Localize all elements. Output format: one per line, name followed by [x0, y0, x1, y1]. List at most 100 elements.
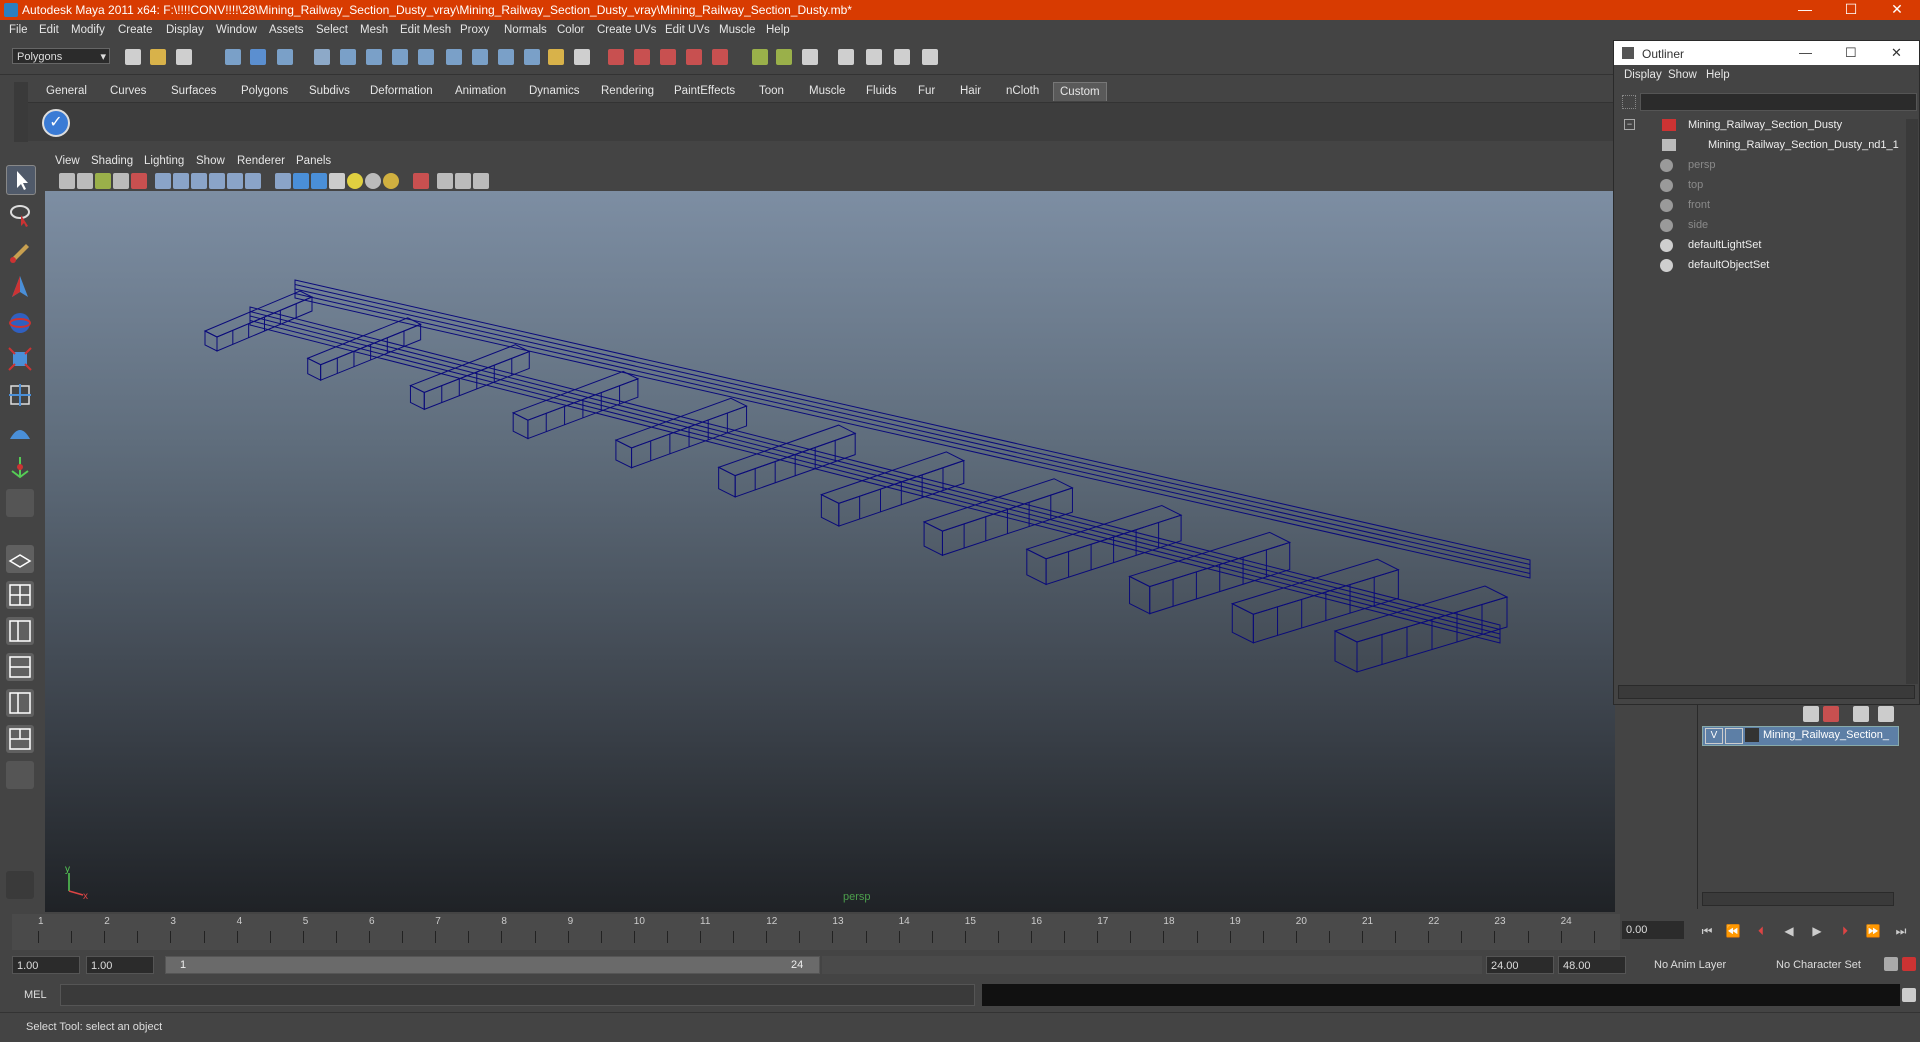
textured-icon[interactable]: [329, 173, 345, 189]
render-view-icon[interactable]: [838, 49, 854, 65]
layer-playback-toggle[interactable]: [1725, 728, 1743, 744]
shelf-tab-fluids[interactable]: Fluids: [860, 82, 903, 100]
outliner-item[interactable]: front: [1614, 195, 1904, 215]
layout-options-icon[interactable]: [6, 761, 34, 789]
xray-joints-icon[interactable]: [455, 173, 471, 189]
shelf-tab-general[interactable]: General: [40, 82, 93, 100]
new-layer-selected-icon[interactable]: [1823, 706, 1839, 722]
outliner-maximize-button[interactable]: ☐: [1845, 45, 1857, 61]
new-scene-icon[interactable]: [125, 49, 141, 65]
animation-preferences-icon[interactable]: [1902, 957, 1916, 971]
isolate-select-icon[interactable]: [413, 173, 429, 189]
outliner-item[interactable]: side: [1614, 215, 1904, 235]
vp-menu-renderer[interactable]: Renderer: [237, 155, 285, 167]
outliner-close-button[interactable]: ✕: [1891, 45, 1902, 61]
render-settings-icon[interactable]: [922, 49, 938, 65]
xray-components-icon[interactable]: [473, 173, 489, 189]
shelf-tab-dynamics[interactable]: Dynamics: [523, 82, 585, 100]
menu-set-dropdown[interactable]: Polygons ▾: [12, 48, 110, 64]
outliner-vertical-scrollbar[interactable]: [1906, 119, 1918, 684]
script-editor-button-icon[interactable]: [1902, 988, 1916, 1002]
input-ops-icon[interactable]: [752, 49, 768, 65]
menu-color[interactable]: Color: [557, 24, 584, 36]
perspective-viewport[interactable]: y x persp: [45, 191, 1615, 912]
outliner-menu-show[interactable]: Show: [1668, 69, 1697, 81]
shelf-tab-surfaces[interactable]: Surfaces: [165, 82, 222, 100]
save-scene-icon[interactable]: [176, 49, 192, 65]
shelf-tab-custom[interactable]: Custom: [1053, 82, 1107, 101]
paint-select-tool-icon[interactable]: [6, 237, 34, 265]
soft-modification-icon[interactable]: [6, 417, 34, 445]
menu-create[interactable]: Create: [118, 24, 153, 36]
layer-options-icon[interactable]: [1853, 706, 1869, 722]
select-curves-icon[interactable]: [366, 49, 382, 65]
vp-menu-lighting[interactable]: Lighting: [144, 155, 184, 167]
field-chart-icon[interactable]: [227, 173, 243, 189]
menu-edit-uvs[interactable]: Edit UVs: [665, 24, 710, 36]
universal-manipulator-icon[interactable]: [6, 381, 34, 409]
go-to-start-button[interactable]: ⏮: [1696, 922, 1718, 940]
outliner-item[interactable]: Mining_Railway_Section_Dusty: [1614, 115, 1904, 135]
auto-key-icon[interactable]: [1884, 957, 1898, 971]
select-object-icon[interactable]: [250, 49, 266, 65]
layer-attributes-icon[interactable]: [1878, 706, 1894, 722]
select-rendering-icon[interactable]: [472, 49, 488, 65]
highlight-selection-icon[interactable]: [574, 49, 590, 65]
menu-help[interactable]: Help: [766, 24, 790, 36]
step-back-key-button[interactable]: ⏪: [1722, 922, 1744, 940]
persp-graph-hypershade-layout-icon[interactable]: [6, 725, 34, 753]
vp-menu-show[interactable]: Show: [196, 155, 225, 167]
lasso-tool-icon[interactable]: [6, 201, 34, 229]
shelf-tab-curves[interactable]: Curves: [104, 82, 152, 100]
range-slider[interactable]: 1 24: [165, 956, 820, 974]
select-deformations-icon[interactable]: [418, 49, 434, 65]
menu-normals[interactable]: Normals: [504, 24, 547, 36]
select-component-icon[interactable]: [277, 49, 293, 65]
menu-muscle[interactable]: Muscle: [719, 24, 755, 36]
shelf-tab-rendering[interactable]: Rendering: [595, 82, 660, 100]
select-tool-icon[interactable]: [6, 165, 36, 195]
render-frame-icon[interactable]: [866, 49, 882, 65]
step-back-frame-button[interactable]: ⏴: [1750, 922, 1772, 940]
outliner-filter-icon[interactable]: [1622, 95, 1636, 109]
question-icon[interactable]: [524, 49, 540, 65]
snap-curve-icon[interactable]: [634, 49, 650, 65]
snap-point-icon[interactable]: [660, 49, 676, 65]
step-forward-frame-button[interactable]: ⏵: [1834, 922, 1856, 940]
open-scene-icon[interactable]: [150, 49, 166, 65]
film-gate-icon[interactable]: [173, 173, 189, 189]
outliner-item[interactable]: persp: [1614, 155, 1904, 175]
four-view-layout-icon[interactable]: [6, 581, 34, 609]
outliner-horizontal-scrollbar[interactable]: [1618, 685, 1915, 699]
shelf-tab-subdivs[interactable]: Subdivs: [303, 82, 356, 100]
show-manipulator-icon[interactable]: [6, 453, 34, 481]
image-plane-icon[interactable]: [113, 173, 129, 189]
grid-icon[interactable]: [155, 173, 171, 189]
command-language-label[interactable]: MEL: [24, 989, 47, 1001]
shelf-tab-toon[interactable]: Toon: [753, 82, 790, 100]
all-lights-icon[interactable]: [383, 173, 399, 189]
checkmark-shelf-icon[interactable]: ✓: [42, 109, 70, 137]
play-forwards-button[interactable]: ▶: [1806, 922, 1828, 940]
character-set-dropdown[interactable]: No Character Set: [1772, 956, 1882, 974]
play-backwards-button[interactable]: ◀: [1778, 922, 1800, 940]
menu-display[interactable]: Display: [166, 24, 204, 36]
camera-select-icon[interactable]: [59, 173, 75, 189]
output-ops-icon[interactable]: [776, 49, 792, 65]
shelf-tab-deformation[interactable]: Deformation: [364, 82, 439, 100]
xray-icon[interactable]: [437, 173, 453, 189]
outliner-menu-display[interactable]: Display: [1624, 69, 1662, 81]
shelf-tab-ncloth[interactable]: nCloth: [1000, 82, 1045, 100]
graph-persp-layout-icon[interactable]: [6, 653, 34, 681]
step-forward-key-button[interactable]: ⏩: [1862, 922, 1884, 940]
menu-mesh[interactable]: Mesh: [360, 24, 388, 36]
shelf-tab-muscle[interactable]: Muscle: [803, 82, 851, 100]
animation-start-field[interactable]: 1.00: [12, 956, 80, 974]
select-handles-icon[interactable]: [314, 49, 330, 65]
last-used-tool-icon[interactable]: [6, 489, 34, 517]
select-hierarchy-icon[interactable]: [225, 49, 241, 65]
layer-color-swatch[interactable]: [1745, 728, 1759, 742]
select-surfaces-icon[interactable]: [392, 49, 408, 65]
use-default-lighting-icon[interactable]: [347, 173, 363, 189]
mel-command-input[interactable]: [60, 984, 975, 1006]
